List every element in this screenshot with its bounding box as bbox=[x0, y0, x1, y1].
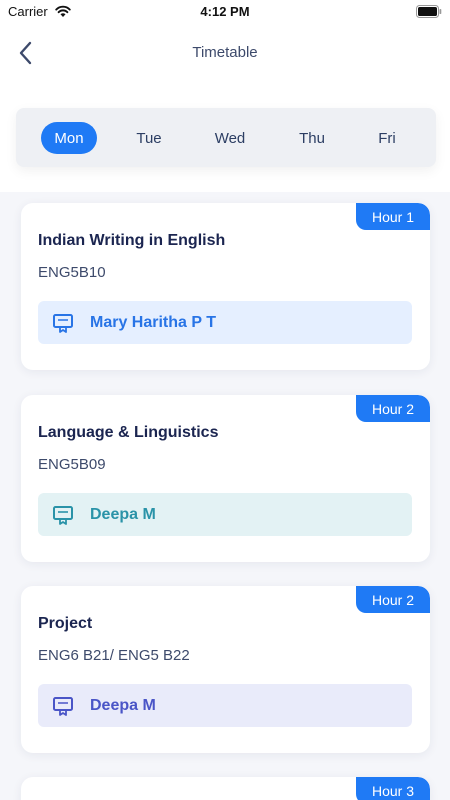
class-card[interactable]: Hour 1 Indian Writing in English ENG5B10… bbox=[21, 203, 430, 370]
class-card[interactable]: Hour 2 Language & Linguistics ENG5B09 De… bbox=[21, 395, 430, 562]
certificate-icon bbox=[53, 505, 73, 525]
hour-badge: Hour 2 bbox=[355, 395, 430, 422]
battery-icon bbox=[416, 5, 442, 18]
course-title: Project bbox=[38, 615, 93, 632]
class-card[interactable]: Hour 3 bbox=[21, 777, 430, 800]
class-card[interactable]: Hour 2 Project ENG6 B21/ ENG5 B22 Deepa … bbox=[21, 586, 430, 753]
teacher-name: Deepa M bbox=[90, 505, 156, 523]
status-bar: Carrier 4:12 PM bbox=[0, 0, 450, 24]
tab-wed[interactable]: Wed bbox=[202, 122, 258, 154]
course-code: ENG5B10 bbox=[38, 264, 106, 281]
tab-tue[interactable]: Tue bbox=[121, 122, 177, 154]
tab-thu[interactable]: Thu bbox=[284, 122, 340, 154]
teacher-name: Deepa M bbox=[90, 696, 156, 714]
course-code: ENG6 B21/ ENG5 B22 bbox=[38, 647, 190, 664]
day-selector: Mon Tue Wed Thu Fri bbox=[16, 108, 436, 167]
teacher-name: Mary Haritha P T bbox=[90, 313, 216, 331]
course-title: Language & Linguistics bbox=[38, 424, 219, 441]
hour-badge: Hour 3 bbox=[355, 777, 430, 800]
teacher-box: Mary Haritha P T bbox=[38, 301, 412, 344]
tab-fri[interactable]: Fri bbox=[359, 122, 415, 154]
tab-mon[interactable]: Mon bbox=[41, 122, 97, 154]
hour-badge: Hour 1 bbox=[355, 203, 430, 230]
course-title: Indian Writing in English bbox=[38, 232, 226, 249]
page-title: Timetable bbox=[192, 44, 258, 61]
hour-badge: Hour 2 bbox=[355, 586, 430, 613]
certificate-icon bbox=[53, 696, 73, 716]
teacher-box: Deepa M bbox=[38, 493, 412, 536]
course-code: ENG5B09 bbox=[38, 456, 106, 473]
certificate-icon bbox=[53, 313, 73, 333]
teacher-box: Deepa M bbox=[38, 684, 412, 727]
status-time: 4:12 PM bbox=[200, 4, 250, 19]
